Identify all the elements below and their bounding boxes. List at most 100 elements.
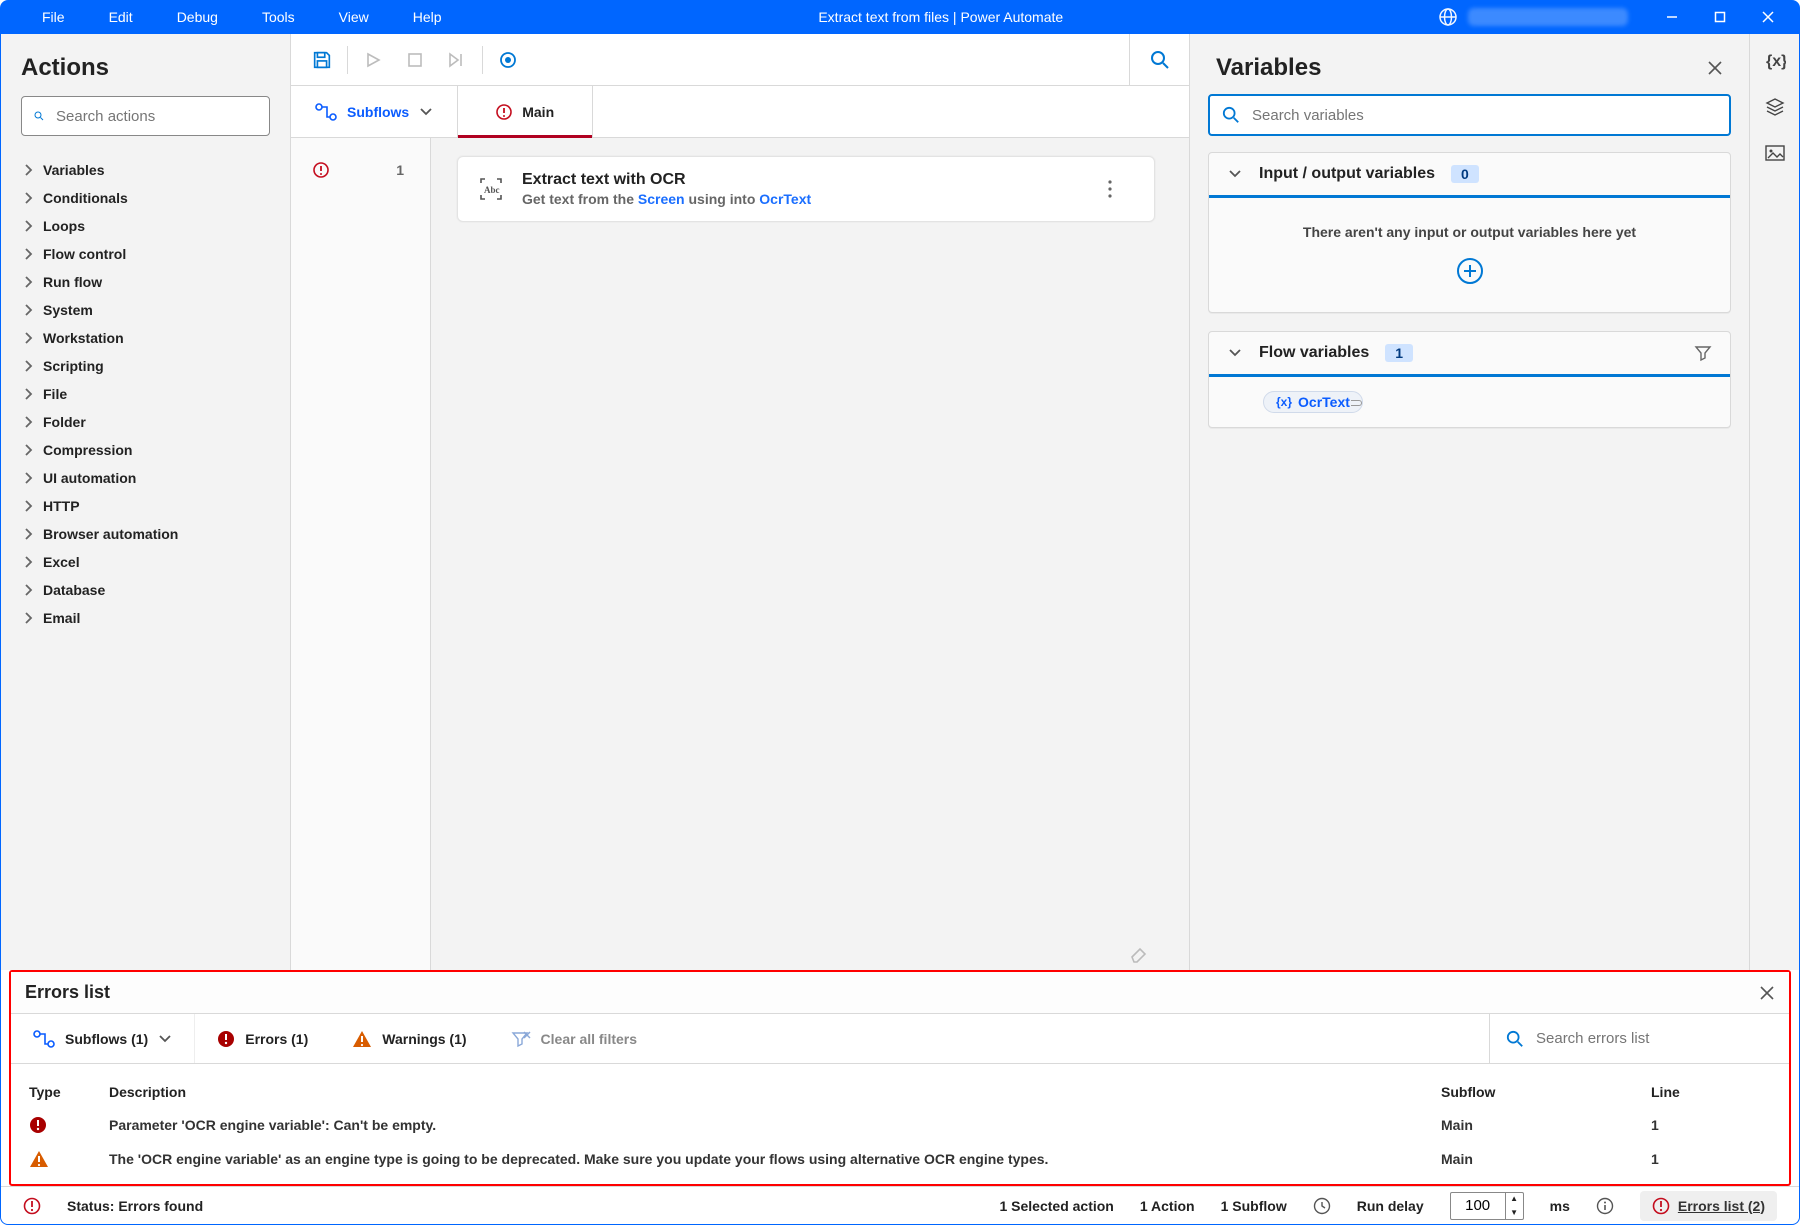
filter-warnings[interactable]: Warnings (1) — [330, 1014, 488, 1063]
errors-filter-bar: Subflows (1) Errors (1) Warnings (1) Cle… — [11, 1014, 1789, 1064]
actions-list[interactable]: VariablesConditionals Loops Flow controlRu… — [1, 150, 290, 642]
actions-category-label: Excel — [43, 554, 80, 570]
chevron-right-icon — [23, 444, 35, 456]
rail-layers-button[interactable] — [1764, 96, 1786, 118]
errors-link[interactable]: Errors list (2) — [1640, 1191, 1777, 1221]
rundelay-value[interactable] — [1451, 1196, 1505, 1215]
toolbar-search-button[interactable] — [1129, 34, 1189, 85]
io-variables-header[interactable]: Input / output variables 0 — [1209, 153, 1730, 198]
close-variables-button[interactable] — [1707, 60, 1723, 76]
menu-file[interactable]: File — [20, 0, 87, 34]
col-subflow: Subflow — [1441, 1084, 1651, 1100]
tab-main[interactable]: Main — [458, 86, 593, 137]
row-line: 1 — [1651, 1117, 1771, 1133]
col-line: Line — [1651, 1084, 1771, 1100]
stop-button[interactable] — [394, 39, 436, 81]
actions-category[interactable]: Browser automation — [1, 520, 290, 548]
step-more-button[interactable] — [1108, 180, 1134, 198]
actions-category-label: Workstation — [43, 330, 124, 346]
info-icon[interactable] — [1596, 1197, 1614, 1215]
error-row[interactable]: The 'OCR engine variable' as an engine t… — [29, 1142, 1771, 1176]
search-errors[interactable] — [1489, 1014, 1789, 1063]
error-row[interactable]: Parameter 'OCR engine variable': Can't b… — [29, 1108, 1771, 1142]
search-variables-input[interactable] — [1250, 106, 1717, 125]
error-solid-icon — [217, 1030, 235, 1048]
clock-icon — [1313, 1197, 1331, 1215]
actions-category[interactable]: Excel — [1, 548, 290, 576]
save-button[interactable] — [301, 39, 343, 81]
actions-category[interactable]: HTTP — [1, 492, 290, 520]
actions-category-label: Email — [43, 610, 80, 626]
flow-canvas[interactable]: Abc Extract text with OCR Get text from … — [431, 138, 1189, 970]
chevron-right-icon — [23, 388, 35, 400]
close-errors-button[interactable] — [1759, 985, 1775, 1001]
line-gutter: 1 — [291, 138, 431, 970]
actions-category[interactable]: Folder — [1, 408, 290, 436]
eraser-icon[interactable] — [1127, 942, 1149, 964]
actions-heading: Actions — [1, 34, 290, 96]
clear-filters-button[interactable]: Clear all filters — [489, 1014, 660, 1063]
flow-variables-header[interactable]: Flow variables 1 — [1209, 332, 1730, 377]
chevron-down-icon — [1227, 345, 1243, 361]
menu-view[interactable]: View — [317, 0, 391, 34]
actions-category[interactable]: File — [1, 380, 290, 408]
record-button[interactable] — [487, 39, 529, 81]
variable-chip-ocrtext[interactable]: {x} OcrText — [1263, 391, 1363, 413]
actions-category-label: Folder — [43, 414, 86, 430]
row-subflow: Main — [1441, 1151, 1651, 1167]
actions-category[interactable]: UI automation — [1, 464, 290, 492]
errors-heading: Errors list — [25, 982, 110, 1003]
errors-panel: Errors list Subflows (1) Errors (1) Warn… — [9, 970, 1791, 1186]
spin-up[interactable]: ▲ — [1506, 1192, 1523, 1206]
row-line: 1 — [1651, 1151, 1771, 1167]
variables-heading: Variables — [1216, 54, 1321, 82]
actions-category[interactable]: Scripting — [1, 352, 290, 380]
close-window-button[interactable] — [1744, 0, 1792, 34]
status-bar: Status: Errors found 1 Selected action 1… — [1, 1186, 1799, 1224]
environment-badge[interactable] — [1418, 7, 1648, 27]
search-variables[interactable] — [1208, 94, 1731, 136]
rail-variables-button[interactable]: {x} — [1764, 50, 1786, 70]
actions-category[interactable]: System — [1, 296, 290, 324]
io-variables-title: Input / output variables — [1259, 165, 1435, 183]
filter-button[interactable] — [1694, 344, 1712, 362]
rail-images-button[interactable] — [1764, 144, 1786, 164]
row-subflow: Main — [1441, 1117, 1651, 1133]
actions-category-label: Loops — [43, 218, 85, 234]
actions-category[interactable]: Run flow — [1, 268, 290, 296]
spin-down[interactable]: ▼ — [1506, 1206, 1523, 1220]
status-subflows: 1 Subflow — [1221, 1198, 1287, 1214]
actions-category[interactable]: Compression — [1, 436, 290, 464]
menu-help[interactable]: Help — [391, 0, 464, 34]
search-actions[interactable] — [21, 96, 270, 136]
rundelay-input[interactable]: ▲▼ — [1450, 1192, 1524, 1220]
add-io-variable-button[interactable] — [1457, 258, 1483, 284]
filter-subflows[interactable]: Subflows (1) — [11, 1014, 195, 1063]
search-actions-input[interactable] — [54, 107, 257, 126]
subflows-button[interactable]: Subflows — [291, 86, 458, 137]
run-button[interactable] — [352, 39, 394, 81]
actions-category[interactable]: Flow control — [1, 240, 290, 268]
menu-tools[interactable]: Tools — [240, 0, 317, 34]
maximize-button[interactable] — [1696, 0, 1744, 34]
menu-edit[interactable]: Edit — [87, 0, 155, 34]
minimize-button[interactable] — [1648, 0, 1696, 34]
io-variables-card: Input / output variables 0 There aren't … — [1208, 152, 1731, 313]
chevron-right-icon — [23, 472, 35, 484]
actions-category-label: HTTP — [43, 498, 80, 514]
step-button[interactable] — [436, 39, 478, 81]
rundelay-unit: ms — [1550, 1198, 1570, 1214]
search-errors-input[interactable] — [1534, 1029, 1773, 1048]
actions-category-label: Scripting — [43, 358, 104, 374]
actions-category[interactable]: Variables — [1, 156, 290, 184]
actions-category[interactable]: Loops — [1, 212, 290, 240]
actions-category[interactable]: Database — [1, 576, 290, 604]
error-icon — [313, 162, 329, 178]
error-icon — [23, 1197, 41, 1215]
actions-category[interactable]: Workstation — [1, 324, 290, 352]
actions-category[interactable]: Conditionals — [1, 184, 290, 212]
menu-debug[interactable]: Debug — [155, 0, 240, 34]
flow-step[interactable]: Abc Extract text with OCR Get text from … — [457, 156, 1155, 222]
filter-errors[interactable]: Errors (1) — [195, 1014, 330, 1063]
actions-category[interactable]: Email — [1, 604, 290, 632]
